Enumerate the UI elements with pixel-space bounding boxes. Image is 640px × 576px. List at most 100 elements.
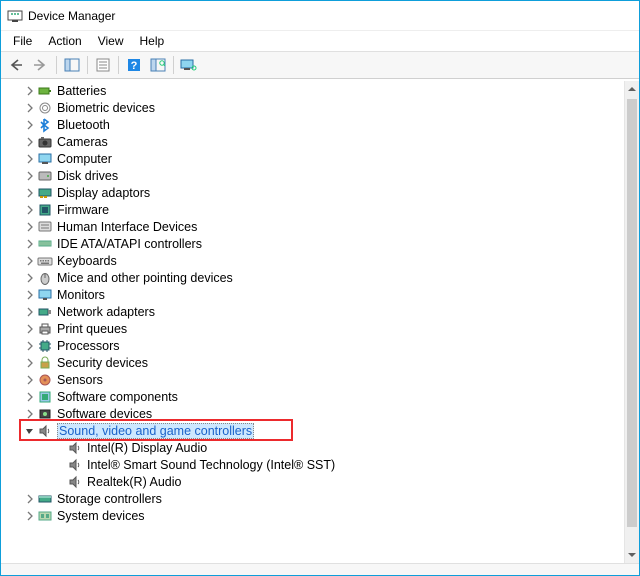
toolbar: ? bbox=[1, 51, 639, 79]
menu-view[interactable]: View bbox=[90, 32, 132, 50]
tree-node[interactable]: Mice and other pointing devices bbox=[3, 269, 639, 286]
chevron-right-icon[interactable] bbox=[23, 288, 37, 302]
forward-button[interactable] bbox=[30, 54, 52, 76]
chevron-right-icon[interactable] bbox=[23, 101, 37, 115]
tree-child-label[interactable]: Realtek(R) Audio bbox=[87, 475, 182, 489]
tree-node-label[interactable]: Firmware bbox=[57, 203, 109, 217]
tree-node[interactable]: Cameras bbox=[3, 133, 639, 150]
scroll-down-icon[interactable] bbox=[625, 547, 639, 563]
vertical-scrollbar[interactable] bbox=[624, 81, 639, 563]
menu-file[interactable]: File bbox=[5, 32, 40, 50]
network-adapter-icon bbox=[37, 304, 53, 320]
chevron-right-icon[interactable] bbox=[23, 339, 37, 353]
chevron-right-icon[interactable] bbox=[23, 118, 37, 132]
chevron-right-icon[interactable] bbox=[23, 237, 37, 251]
tree-node[interactable]: IDE ATA/ATAPI controllers bbox=[3, 235, 639, 252]
tree-node[interactable]: Sound, video and game controllers bbox=[3, 422, 639, 439]
add-legacy-hardware-button[interactable] bbox=[178, 54, 200, 76]
tree-node-label[interactable]: Monitors bbox=[57, 288, 105, 302]
chevron-right-icon[interactable] bbox=[23, 220, 37, 234]
tree-node[interactable]: Batteries bbox=[3, 82, 639, 99]
menubar: File Action View Help bbox=[1, 31, 639, 51]
chevron-right-icon[interactable] bbox=[23, 169, 37, 183]
tree-node-label[interactable]: Biometric devices bbox=[57, 101, 155, 115]
app-icon bbox=[7, 8, 23, 24]
monitor-icon bbox=[37, 287, 53, 303]
chevron-right-icon[interactable] bbox=[23, 322, 37, 336]
tree-node-label[interactable]: Bluetooth bbox=[57, 118, 110, 132]
tree-node-label[interactable]: Software devices bbox=[57, 407, 152, 421]
scroll-up-icon[interactable] bbox=[625, 81, 639, 97]
tree-node[interactable]: Bluetooth bbox=[3, 116, 639, 133]
scan-hardware-button[interactable] bbox=[147, 54, 169, 76]
tree-node-label[interactable]: Display adaptors bbox=[57, 186, 150, 200]
chevron-right-icon[interactable] bbox=[23, 186, 37, 200]
tree-node[interactable]: Software components bbox=[3, 388, 639, 405]
tree-node-label[interactable]: Cameras bbox=[57, 135, 108, 149]
chevron-right-icon[interactable] bbox=[23, 271, 37, 285]
tree-node-label[interactable]: Keyboards bbox=[57, 254, 117, 268]
chevron-right-icon[interactable] bbox=[23, 373, 37, 387]
system-device-icon bbox=[37, 508, 53, 524]
tree-node-label[interactable]: Network adapters bbox=[57, 305, 155, 319]
device-tree[interactable]: Batteries Biometric devices Bluetooth Camer… bbox=[1, 81, 639, 563]
scroll-thumb[interactable] bbox=[627, 99, 637, 527]
chevron-right-icon[interactable] bbox=[23, 509, 37, 523]
chevron-right-icon[interactable] bbox=[23, 356, 37, 370]
tree-node[interactable]: System devices bbox=[3, 507, 639, 524]
tree-node-label[interactable]: Security devices bbox=[57, 356, 148, 370]
storage-controller-icon bbox=[37, 491, 53, 507]
tree-child-label[interactable]: Intel® Smart Sound Technology (Intel® SS… bbox=[87, 458, 335, 472]
tree-child-node[interactable]: Intel® Smart Sound Technology (Intel® SS… bbox=[3, 456, 639, 473]
tree-node-label[interactable]: Print queues bbox=[57, 322, 127, 336]
chevron-right-icon[interactable] bbox=[23, 305, 37, 319]
chevron-down-icon[interactable] bbox=[23, 424, 37, 438]
chevron-right-icon[interactable] bbox=[23, 492, 37, 506]
menu-help[interactable]: Help bbox=[132, 32, 173, 50]
tree-node[interactable]: Keyboards bbox=[3, 252, 639, 269]
chevron-right-icon[interactable] bbox=[23, 254, 37, 268]
chevron-right-icon[interactable] bbox=[23, 390, 37, 404]
tree-node-label[interactable]: Software components bbox=[57, 390, 178, 404]
tree-node[interactable]: Computer bbox=[3, 150, 639, 167]
menu-action[interactable]: Action bbox=[40, 32, 89, 50]
tree-node-label[interactable]: Processors bbox=[57, 339, 120, 353]
tree-node[interactable]: Processors bbox=[3, 337, 639, 354]
chevron-right-icon[interactable] bbox=[23, 135, 37, 149]
tree-node[interactable]: Disk drives bbox=[3, 167, 639, 184]
tree-node-label[interactable]: Batteries bbox=[57, 84, 106, 98]
tree-child-node[interactable]: Intel(R) Display Audio bbox=[3, 439, 639, 456]
tree-node-label[interactable]: IDE ATA/ATAPI controllers bbox=[57, 237, 202, 251]
tree-node[interactable]: Sensors bbox=[3, 371, 639, 388]
tree-node[interactable]: Biometric devices bbox=[3, 99, 639, 116]
chevron-right-icon[interactable] bbox=[23, 152, 37, 166]
tree-node[interactable]: Storage controllers bbox=[3, 490, 639, 507]
tree-node-label[interactable]: System devices bbox=[57, 509, 145, 523]
tree-node-label[interactable]: Storage controllers bbox=[57, 492, 162, 506]
tree-node[interactable]: Security devices bbox=[3, 354, 639, 371]
properties-button[interactable] bbox=[92, 54, 114, 76]
tree-child-label[interactable]: Intel(R) Display Audio bbox=[87, 441, 207, 455]
tree-node[interactable]: Network adapters bbox=[3, 303, 639, 320]
tree-node[interactable]: Human Interface Devices bbox=[3, 218, 639, 235]
tree-node-label[interactable]: Computer bbox=[57, 152, 112, 166]
tree-node-label[interactable]: Human Interface Devices bbox=[57, 220, 197, 234]
tree-node[interactable]: Monitors bbox=[3, 286, 639, 303]
chevron-right-icon[interactable] bbox=[23, 407, 37, 421]
help-button[interactable]: ? bbox=[123, 54, 145, 76]
tree-node[interactable]: Display adaptors bbox=[3, 184, 639, 201]
tree-node-label[interactable]: Mice and other pointing devices bbox=[57, 271, 233, 285]
tree-node[interactable]: Firmware bbox=[3, 201, 639, 218]
tree-node-label[interactable]: Sound, video and game controllers bbox=[57, 423, 254, 439]
tree-node-label[interactable]: Sensors bbox=[57, 373, 103, 387]
tree-node[interactable]: Print queues bbox=[3, 320, 639, 337]
security-device-icon bbox=[37, 355, 53, 371]
tree-node[interactable]: Software devices bbox=[3, 405, 639, 422]
back-button[interactable] bbox=[6, 54, 28, 76]
show-hide-tree-button[interactable] bbox=[61, 54, 83, 76]
chevron-right-icon[interactable] bbox=[23, 203, 37, 217]
tree-child-node[interactable]: Realtek(R) Audio bbox=[3, 473, 639, 490]
firmware-icon bbox=[37, 202, 53, 218]
chevron-right-icon[interactable] bbox=[23, 84, 37, 98]
tree-node-label[interactable]: Disk drives bbox=[57, 169, 118, 183]
